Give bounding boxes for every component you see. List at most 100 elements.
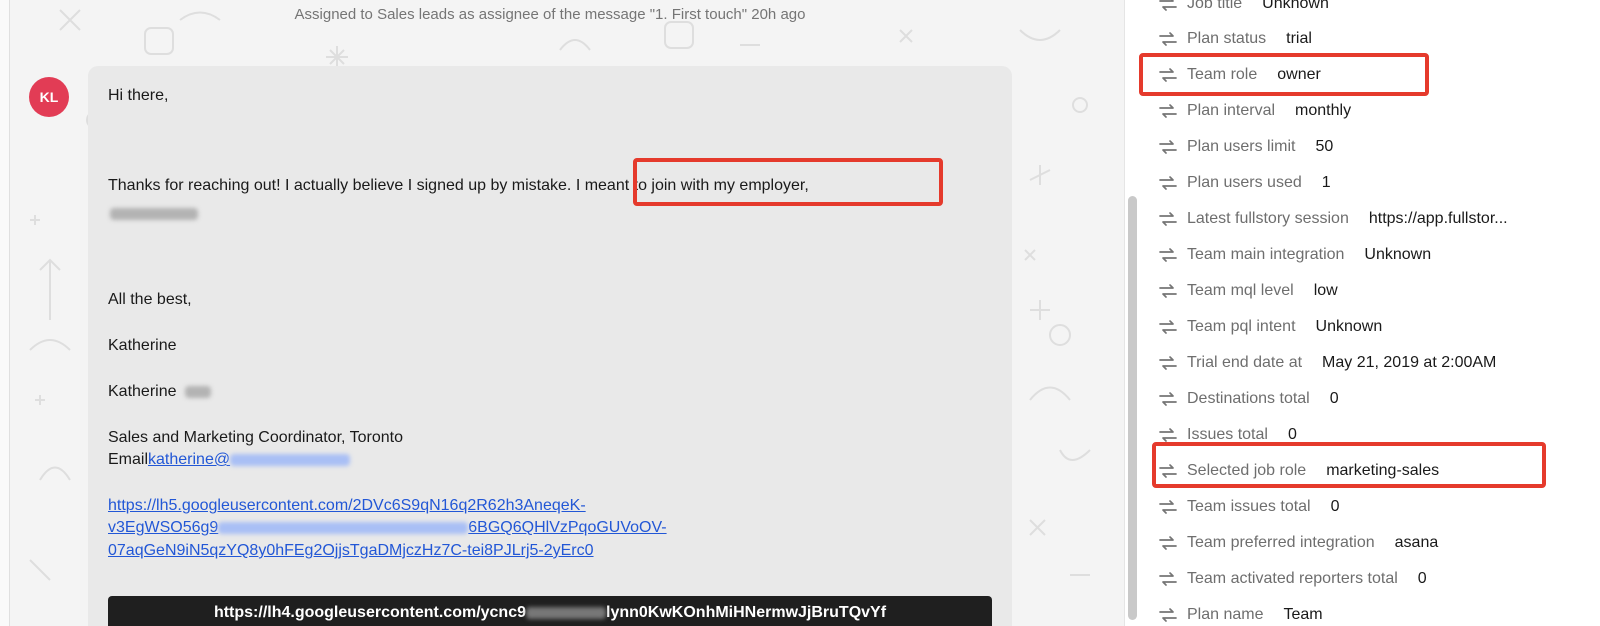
arrows-exchange-icon — [1158, 355, 1180, 371]
attribute-row-plan-users-limit[interactable]: Plan users limit 50 — [1158, 129, 1333, 165]
attribute-row-latest-fullstory-session[interactable]: Latest fullstory session https://app.ful… — [1158, 201, 1508, 237]
attributes-panel: Job title Unknown Plan status trial Team… — [1158, 0, 1600, 626]
arrows-exchange-icon — [1158, 31, 1180, 47]
attribute-row-team-activated-reporters-total[interactable]: Team activated reporters total 0 — [1158, 561, 1427, 597]
attribute-value: 0 — [1330, 498, 1340, 515]
activity-note: Assigned to Sales leads as assignee of t… — [294, 6, 806, 23]
email-link[interactable]: katherine@ — [148, 451, 230, 468]
attribute-row-selected-job-role[interactable]: Selected job role marketing-sales — [1158, 453, 1439, 489]
image-link-line-1[interactable]: https://lh5.googleusercontent.com/2DVc6S… — [108, 497, 586, 515]
message-line-highlight-text: I meant to join with my employer, — [575, 177, 809, 194]
attribute-label: Team issues total — [1187, 498, 1311, 515]
arrows-exchange-icon — [1158, 535, 1180, 551]
arrows-exchange-icon — [1158, 571, 1180, 587]
attribute-label: Plan interval — [1187, 102, 1276, 119]
attribute-value: low — [1313, 282, 1338, 299]
attribute-label: Team role — [1187, 66, 1258, 83]
attribute-value: 1 — [1321, 174, 1331, 191]
message-signoff: All the best, — [108, 291, 192, 308]
image-link-part[interactable]: v3EgWSO56g9 — [108, 519, 218, 536]
attribute-label: Plan users used — [1187, 174, 1302, 191]
attribute-value: 0 — [1417, 570, 1427, 587]
message-line-text: Thanks for reaching out! I actually beli… — [108, 177, 572, 194]
attribute-row-issues-total[interactable]: Issues total 0 — [1158, 417, 1297, 453]
attribute-row-team-mql-level[interactable]: Team mql level low — [1158, 273, 1338, 309]
redacted-email-domain — [230, 453, 351, 466]
scrollbar-thumb[interactable] — [1128, 196, 1137, 620]
arrows-exchange-icon — [1158, 175, 1180, 191]
arrows-exchange-icon — [1158, 427, 1180, 443]
arrows-exchange-icon — [1158, 247, 1180, 263]
conversation-scrollbar[interactable] — [1124, 0, 1140, 626]
arrows-exchange-icon — [1158, 499, 1180, 515]
attribute-label: Trial end date at — [1187, 354, 1303, 371]
attribute-value: https://app.fullstor... — [1368, 210, 1508, 227]
attribute-row-job-title[interactable]: Job title Unknown — [1158, 0, 1329, 22]
arrows-exchange-icon — [1158, 319, 1180, 335]
arrows-exchange-icon — [1158, 283, 1180, 299]
arrows-exchange-icon — [1158, 67, 1180, 83]
attribute-row-team-issues-total[interactable]: Team issues total 0 — [1158, 489, 1340, 525]
arrows-exchange-icon — [1158, 0, 1180, 12]
message-line: Thanks for reaching out! I actually beli… — [108, 177, 809, 195]
attribute-label: Plan name — [1187, 606, 1264, 623]
attribute-label: Plan users limit — [1187, 138, 1296, 155]
avatar[interactable]: KL — [29, 77, 69, 117]
image-url-part: lynn0KwKOnhMiHNermwJjBruTQvYf — [606, 604, 887, 621]
attribute-row-team-main-integration[interactable]: Team main integration Unknown — [1158, 237, 1431, 273]
attribute-value: 0 — [1287, 426, 1297, 443]
attribute-label: Selected job role — [1187, 462, 1307, 479]
attribute-value: Unknown — [1262, 0, 1329, 12]
attribute-row-plan-status[interactable]: Plan status trial — [1158, 21, 1312, 57]
signature-first-name: Katherine — [108, 383, 177, 400]
signature-title: Sales and Marketing Coordinator, Toronto — [108, 429, 403, 446]
attribute-row-destinations-total[interactable]: Destinations total 0 — [1158, 381, 1339, 417]
arrows-exchange-icon — [1158, 103, 1180, 119]
avatar-initials: KL — [39, 89, 59, 105]
attribute-label: Plan status — [1187, 30, 1267, 47]
attribute-label: Destinations total — [1187, 390, 1310, 407]
image-link-line-3[interactable]: 07aqGeN9iN5qzYQ8y0hFEg2OjjsTgaDMjczHz7C-… — [108, 542, 594, 560]
image-url-bar[interactable]: https://lh4.googleusercontent.com/ycnc9 l… — [108, 596, 992, 626]
attribute-value: May 21, 2019 at 2:00AM — [1322, 354, 1497, 371]
message-greeting: Hi there, — [108, 87, 169, 104]
signature-full-name: Katherine — [108, 383, 211, 401]
arrows-exchange-icon — [1158, 463, 1180, 479]
attribute-row-team-role[interactable]: Team role owner — [1158, 57, 1321, 93]
attribute-value: trial — [1286, 30, 1312, 47]
attribute-label: Team mql level — [1187, 282, 1294, 299]
conversation-pane: Assigned to Sales leads as assignee of t… — [0, 0, 1124, 626]
email-label: Email — [108, 451, 149, 468]
attribute-value: asana — [1394, 534, 1439, 551]
attribute-label: Team main integration — [1187, 246, 1345, 263]
attribute-value: owner — [1277, 66, 1321, 83]
attribute-label: Latest fullstory session — [1187, 210, 1349, 227]
attribute-row-plan-interval[interactable]: Plan interval monthly — [1158, 93, 1351, 129]
attribute-label: Issues total — [1187, 426, 1268, 443]
attribute-label: Team activated reporters total — [1187, 570, 1398, 587]
attribute-value: Team — [1283, 606, 1323, 623]
attribute-label: Team preferred integration — [1187, 534, 1375, 551]
attribute-row-team-pql-intent[interactable]: Team pql intent Unknown — [1158, 309, 1382, 345]
redacted-employer — [110, 205, 198, 223]
arrows-exchange-icon — [1158, 607, 1180, 623]
left-rail — [0, 0, 10, 626]
attribute-value: marketing-sales — [1326, 462, 1440, 479]
attribute-row-trial-end-date[interactable]: Trial end date at May 21, 2019 at 2:00AM — [1158, 345, 1496, 381]
attribute-value: 50 — [1315, 138, 1334, 155]
attribute-row-plan-users-used[interactable]: Plan users used 1 — [1158, 165, 1331, 201]
attribute-value: Unknown — [1364, 246, 1432, 263]
redacted-url-segment — [526, 606, 606, 619]
signature-email: Emailkatherine@ — [108, 451, 351, 469]
attribute-label: Team pql intent — [1187, 318, 1296, 335]
image-url-part: https://lh4.googleusercontent.com/ycnc9 — [213, 604, 526, 621]
attribute-row-team-preferred-integration[interactable]: Team preferred integration asana — [1158, 525, 1438, 561]
attribute-row-plan-name[interactable]: Plan name Team — [1158, 597, 1323, 626]
attribute-label: Job title — [1187, 0, 1243, 12]
image-link-line-2[interactable]: v3EgWSO56g9 6BGQ6QHlVzPqoGUVoOV- — [108, 519, 667, 537]
attribute-value: Unknown — [1315, 318, 1383, 335]
redacted-last-name — [184, 385, 211, 398]
redacted-link-segment — [218, 521, 469, 534]
image-link-part[interactable]: 6BGQ6QHlVzPqoGUVoOV- — [468, 519, 666, 536]
arrows-exchange-icon — [1158, 139, 1180, 155]
